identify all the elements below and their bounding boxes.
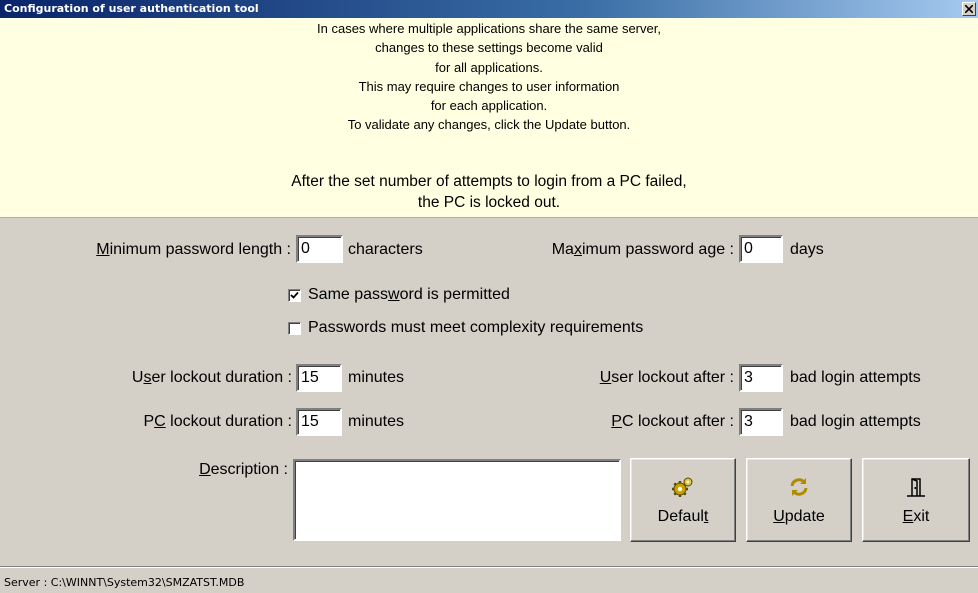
status-bar: Server : C:\WINNT\System32\SMZATST.MDB bbox=[0, 566, 978, 593]
checkmark-icon bbox=[290, 291, 299, 299]
same-password-checkbox[interactable] bbox=[288, 289, 301, 302]
pc-lockout-after-label: PC lockout after : bbox=[611, 413, 734, 430]
user-lockout-after-unit: bad login attempts bbox=[790, 369, 921, 386]
min-password-length-input[interactable] bbox=[296, 235, 343, 263]
exit-button[interactable]: Exit bbox=[862, 458, 970, 542]
pc-lockout-duration-unit: minutes bbox=[348, 413, 405, 430]
server-path: Server : C:\WINNT\System32\SMZATST.MDB bbox=[4, 576, 245, 589]
complexity-label[interactable]: Passwords must meet complexity requireme… bbox=[308, 318, 643, 338]
complexity-checkbox[interactable] bbox=[288, 322, 301, 335]
lockout-note-line: the PC is locked out. bbox=[417, 194, 561, 211]
max-password-age-input[interactable] bbox=[739, 235, 783, 263]
close-button[interactable] bbox=[962, 2, 976, 16]
same-password-label[interactable]: Same password is permitted bbox=[308, 285, 510, 305]
min-password-length-unit: characters bbox=[348, 241, 423, 258]
update-button-label: Update bbox=[773, 508, 825, 525]
pc-lockout-after-input[interactable] bbox=[739, 408, 783, 436]
min-password-length-label: Minimum password length : bbox=[96, 241, 291, 258]
pc-lockout-after-unit: bad login attempts bbox=[790, 413, 921, 430]
update-button[interactable]: Update bbox=[746, 458, 852, 542]
info-line: In cases where multiple applications sha… bbox=[317, 21, 661, 36]
lockout-note: After the set number of attempts to logi… bbox=[0, 171, 978, 213]
info-line: for each application. bbox=[430, 98, 548, 114]
info-text: In cases where multiple applications sha… bbox=[0, 19, 978, 135]
window-title: Configuration of user authentication too… bbox=[4, 2, 259, 15]
description-textarea[interactable] bbox=[293, 459, 621, 541]
user-lockout-after-label: User lockout after : bbox=[599, 369, 734, 386]
default-button[interactable]: Default bbox=[630, 458, 736, 542]
pc-lockout-duration-input[interactable] bbox=[296, 408, 342, 436]
exit-button-label: Exit bbox=[902, 508, 930, 525]
title-bar: Configuration of user authentication too… bbox=[0, 0, 978, 18]
door-exit-icon bbox=[863, 475, 969, 499]
gear-icon bbox=[631, 475, 735, 499]
info-line: To validate any changes, click the Updat… bbox=[347, 117, 631, 133]
refresh-icon bbox=[747, 475, 851, 499]
info-line: for all applications. bbox=[435, 59, 543, 75]
max-password-age-label: Maximum password age : bbox=[551, 241, 734, 258]
user-lockout-after-input[interactable] bbox=[739, 364, 783, 392]
pc-lockout-duration-label: PC lockout duration : bbox=[143, 413, 292, 430]
user-lockout-duration-input[interactable] bbox=[296, 364, 342, 392]
lockout-note-line: After the set number of attempts to logi… bbox=[291, 173, 687, 190]
description-label: Description : bbox=[199, 461, 288, 478]
user-lockout-duration-label: User lockout duration : bbox=[131, 369, 292, 386]
info-line: changes to these settings become valid bbox=[375, 40, 603, 56]
max-password-age-unit: days bbox=[790, 241, 824, 258]
info-banner: In cases where multiple applications sha… bbox=[0, 18, 978, 218]
info-line: This may require changes to user informa… bbox=[358, 78, 620, 94]
user-lockout-duration-unit: minutes bbox=[348, 369, 405, 386]
default-button-label: Default bbox=[657, 508, 709, 525]
close-icon bbox=[965, 5, 973, 13]
